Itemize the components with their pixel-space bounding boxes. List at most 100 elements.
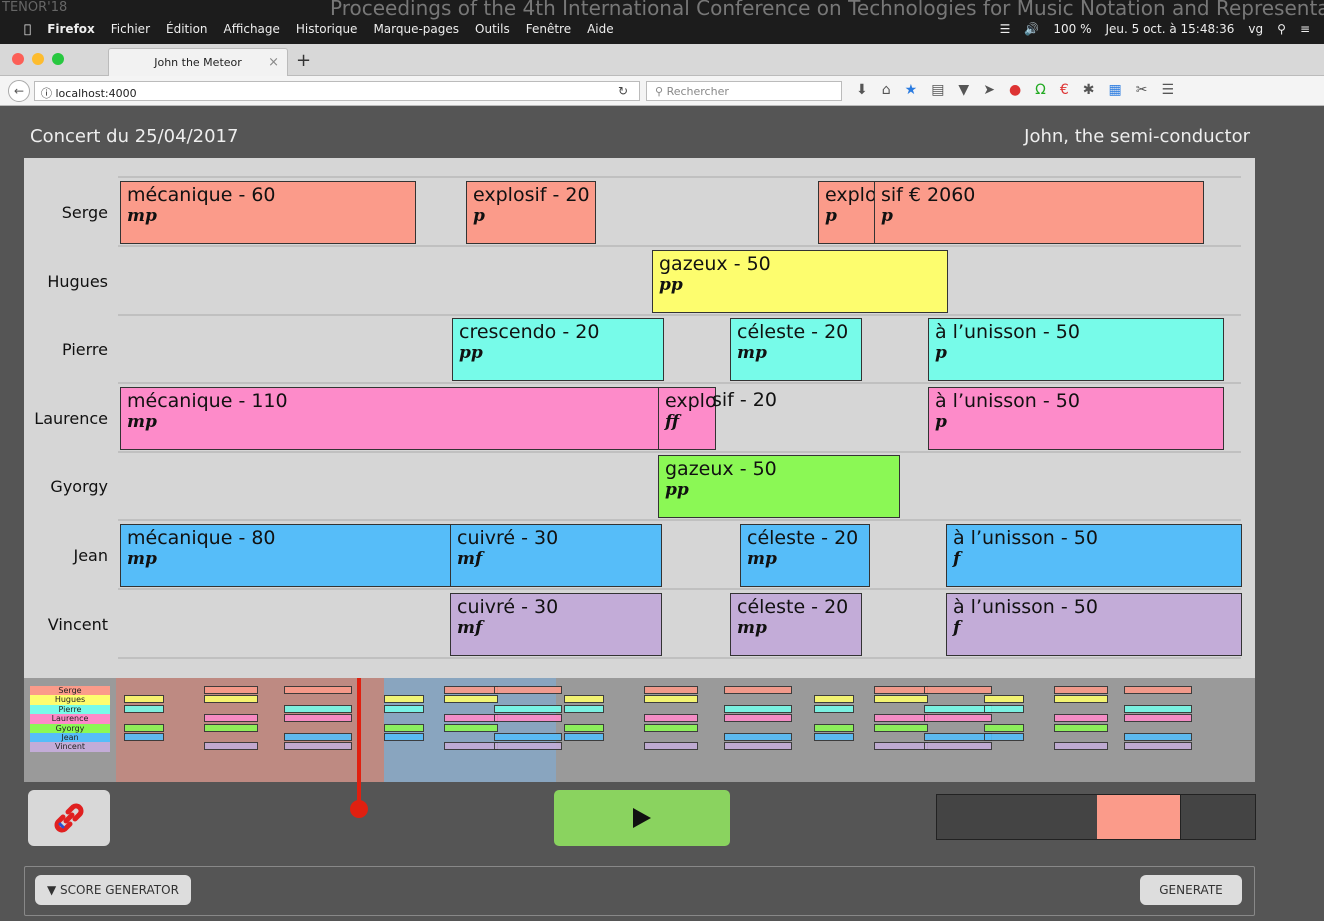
mini-block [1124,714,1192,723]
back-arrow-icon[interactable]: ← [8,80,30,102]
pocket-icon[interactable]: ▼ [958,82,969,98]
menu-edition[interactable]: Édition [166,22,208,36]
mini-block [984,704,1024,713]
extension-e-icon[interactable]: € [1060,82,1069,98]
menu-fenetre[interactable]: Fenêtre [526,22,571,36]
mini-score-overview[interactable]: Serge Hugues Pierre Laurence Gyorgy Jean Vince… [24,678,1255,782]
play-button[interactable] [554,790,730,846]
browser-tab[interactable]: John the Meteor × [108,48,288,76]
menu-outils[interactable]: Outils [475,22,510,36]
home-icon[interactable]: ⌂ [882,82,891,98]
playhead-line[interactable] [357,678,361,808]
playhead-handle[interactable] [350,800,368,818]
clock[interactable]: Jeu. 5 oct. à 15:48:36 [1105,22,1234,36]
mini-block [1124,704,1192,713]
block-label: à l’unisson - 50 [935,389,1080,412]
link-button[interactable] [28,790,110,846]
minimize-window-icon[interactable] [32,53,44,65]
score-block[interactable]: à l’unisson - 50 f [946,592,1242,656]
battery-text[interactable]: 100 % [1053,22,1091,36]
mini-block [724,733,792,741]
score-block[interactable]: sif € 2060 p [874,181,1204,244]
search-placeholder: Rechercher [666,85,729,98]
mini-block [564,704,604,713]
qj-extension-icon[interactable]: ▦ [1109,82,1122,98]
mini-block [384,695,424,704]
download-icon[interactable]: ⬇ [856,82,868,98]
block-dynamic: mp [127,206,157,226]
player-name: Jean [73,546,108,565]
score-generator-toggle[interactable]: ▼ SCORE GENERATOR [35,875,191,905]
generate-button[interactable]: GENERATE [1140,875,1242,905]
volume-icon[interactable]: 🔊 [1024,22,1039,36]
info-icon[interactable]: ⓘ [41,87,52,100]
mini-block [1054,714,1108,723]
score-block[interactable]: à l’unisson - 50 f [946,524,1242,587]
mini-block [814,723,854,732]
score-block[interactable]: explo ff [658,386,716,450]
mini-block [444,695,498,704]
reading-list-icon[interactable]: ▤ [931,82,944,98]
score-block[interactable]: céleste - 20 mp [730,592,862,656]
score-block[interactable]: mécanique - 110 mp [120,386,660,450]
hamburger-menu-icon[interactable]: ☰ [1161,82,1174,98]
mini-block [874,695,928,704]
notifications-icon[interactable]: ≡ [1300,22,1310,36]
block-dynamic: pp [659,274,683,295]
score-block[interactable]: céleste - 20 mp [730,318,862,382]
wifi-icon[interactable]: ☰ [1000,22,1011,36]
adblock-icon[interactable]: ● [1009,82,1021,98]
score-block[interactable]: explosif - 20 p [466,181,596,244]
mini-block [724,686,792,694]
score-block[interactable]: gazeux - 50 pp [658,455,900,519]
menu-historique[interactable]: Historique [296,22,358,36]
mini-block [124,704,164,713]
score-block[interactable]: à l’unisson - 50 p [928,386,1224,450]
block-dynamic: mf [457,617,483,638]
menu-fichier[interactable]: Fichier [111,22,150,36]
url-field[interactable]: ⓘ localhost:4000 [34,81,640,101]
section-tracker[interactable] [936,794,1256,840]
new-tab-button[interactable]: + [296,50,311,71]
maximize-window-icon[interactable] [52,53,64,65]
score-block[interactable]: cuivré - 30 mf [450,524,662,587]
score-block[interactable]: crescendo - 20 pp [452,318,664,382]
reload-icon[interactable]: ↻ [618,84,628,98]
block-dynamic: mp [737,617,767,638]
mini-block [124,695,164,704]
mini-block [494,733,562,741]
close-window-icon[interactable] [12,53,24,65]
tab-bar: John the Meteor × + [0,44,1324,76]
screenshot-icon[interactable]: ✂ [1136,82,1148,98]
score-block[interactable]: gazeux - 50 pp [652,249,948,313]
menu-aide[interactable]: Aide [587,22,614,36]
user-name[interactable]: vg [1248,22,1263,36]
tab-close-icon[interactable]: × [268,55,279,70]
send-icon[interactable]: ➤ [983,82,995,98]
menu-firefox[interactable]: Firefox [47,22,95,36]
concert-title: Concert du 25/04/2017 [30,126,239,147]
score-block[interactable]: mécanique - 60 mp [120,181,416,244]
mini-block [444,714,498,723]
bookmark-star-icon[interactable]: ★ [905,82,918,98]
search-field[interactable]: ⚲ Rechercher [646,81,842,101]
score-block[interactable]: sif - 20 [712,387,862,450]
menu-marque-pages[interactable]: Marque-pages [373,22,459,36]
omega-icon[interactable]: Ω [1035,82,1046,98]
menu-affichage[interactable]: Affichage [224,22,280,36]
block-label: cuivré - 30 [457,527,559,549]
score-view: Serge mécanique - 60 mp explosif - 20 p explo… [24,158,1255,678]
block-dynamic: p [935,411,947,432]
spotlight-icon[interactable]: ⚲ [1277,22,1286,36]
apple-icon[interactable]:  [24,22,31,36]
block-dynamic: p [473,206,485,226]
score-block[interactable]: céleste - 20 mp [740,524,870,587]
extension-icon[interactable]: ✱ [1083,82,1095,98]
mini-block [1124,686,1192,694]
score-block[interactable]: explo p [818,181,876,244]
block-dynamic: p [825,206,837,226]
block-label: céleste - 20 [747,527,859,549]
score-block[interactable]: mécanique - 80 mp [120,524,452,587]
score-block[interactable]: cuivré - 30 mf [450,592,662,656]
score-block[interactable]: à l’unisson - 50 p [928,318,1224,382]
